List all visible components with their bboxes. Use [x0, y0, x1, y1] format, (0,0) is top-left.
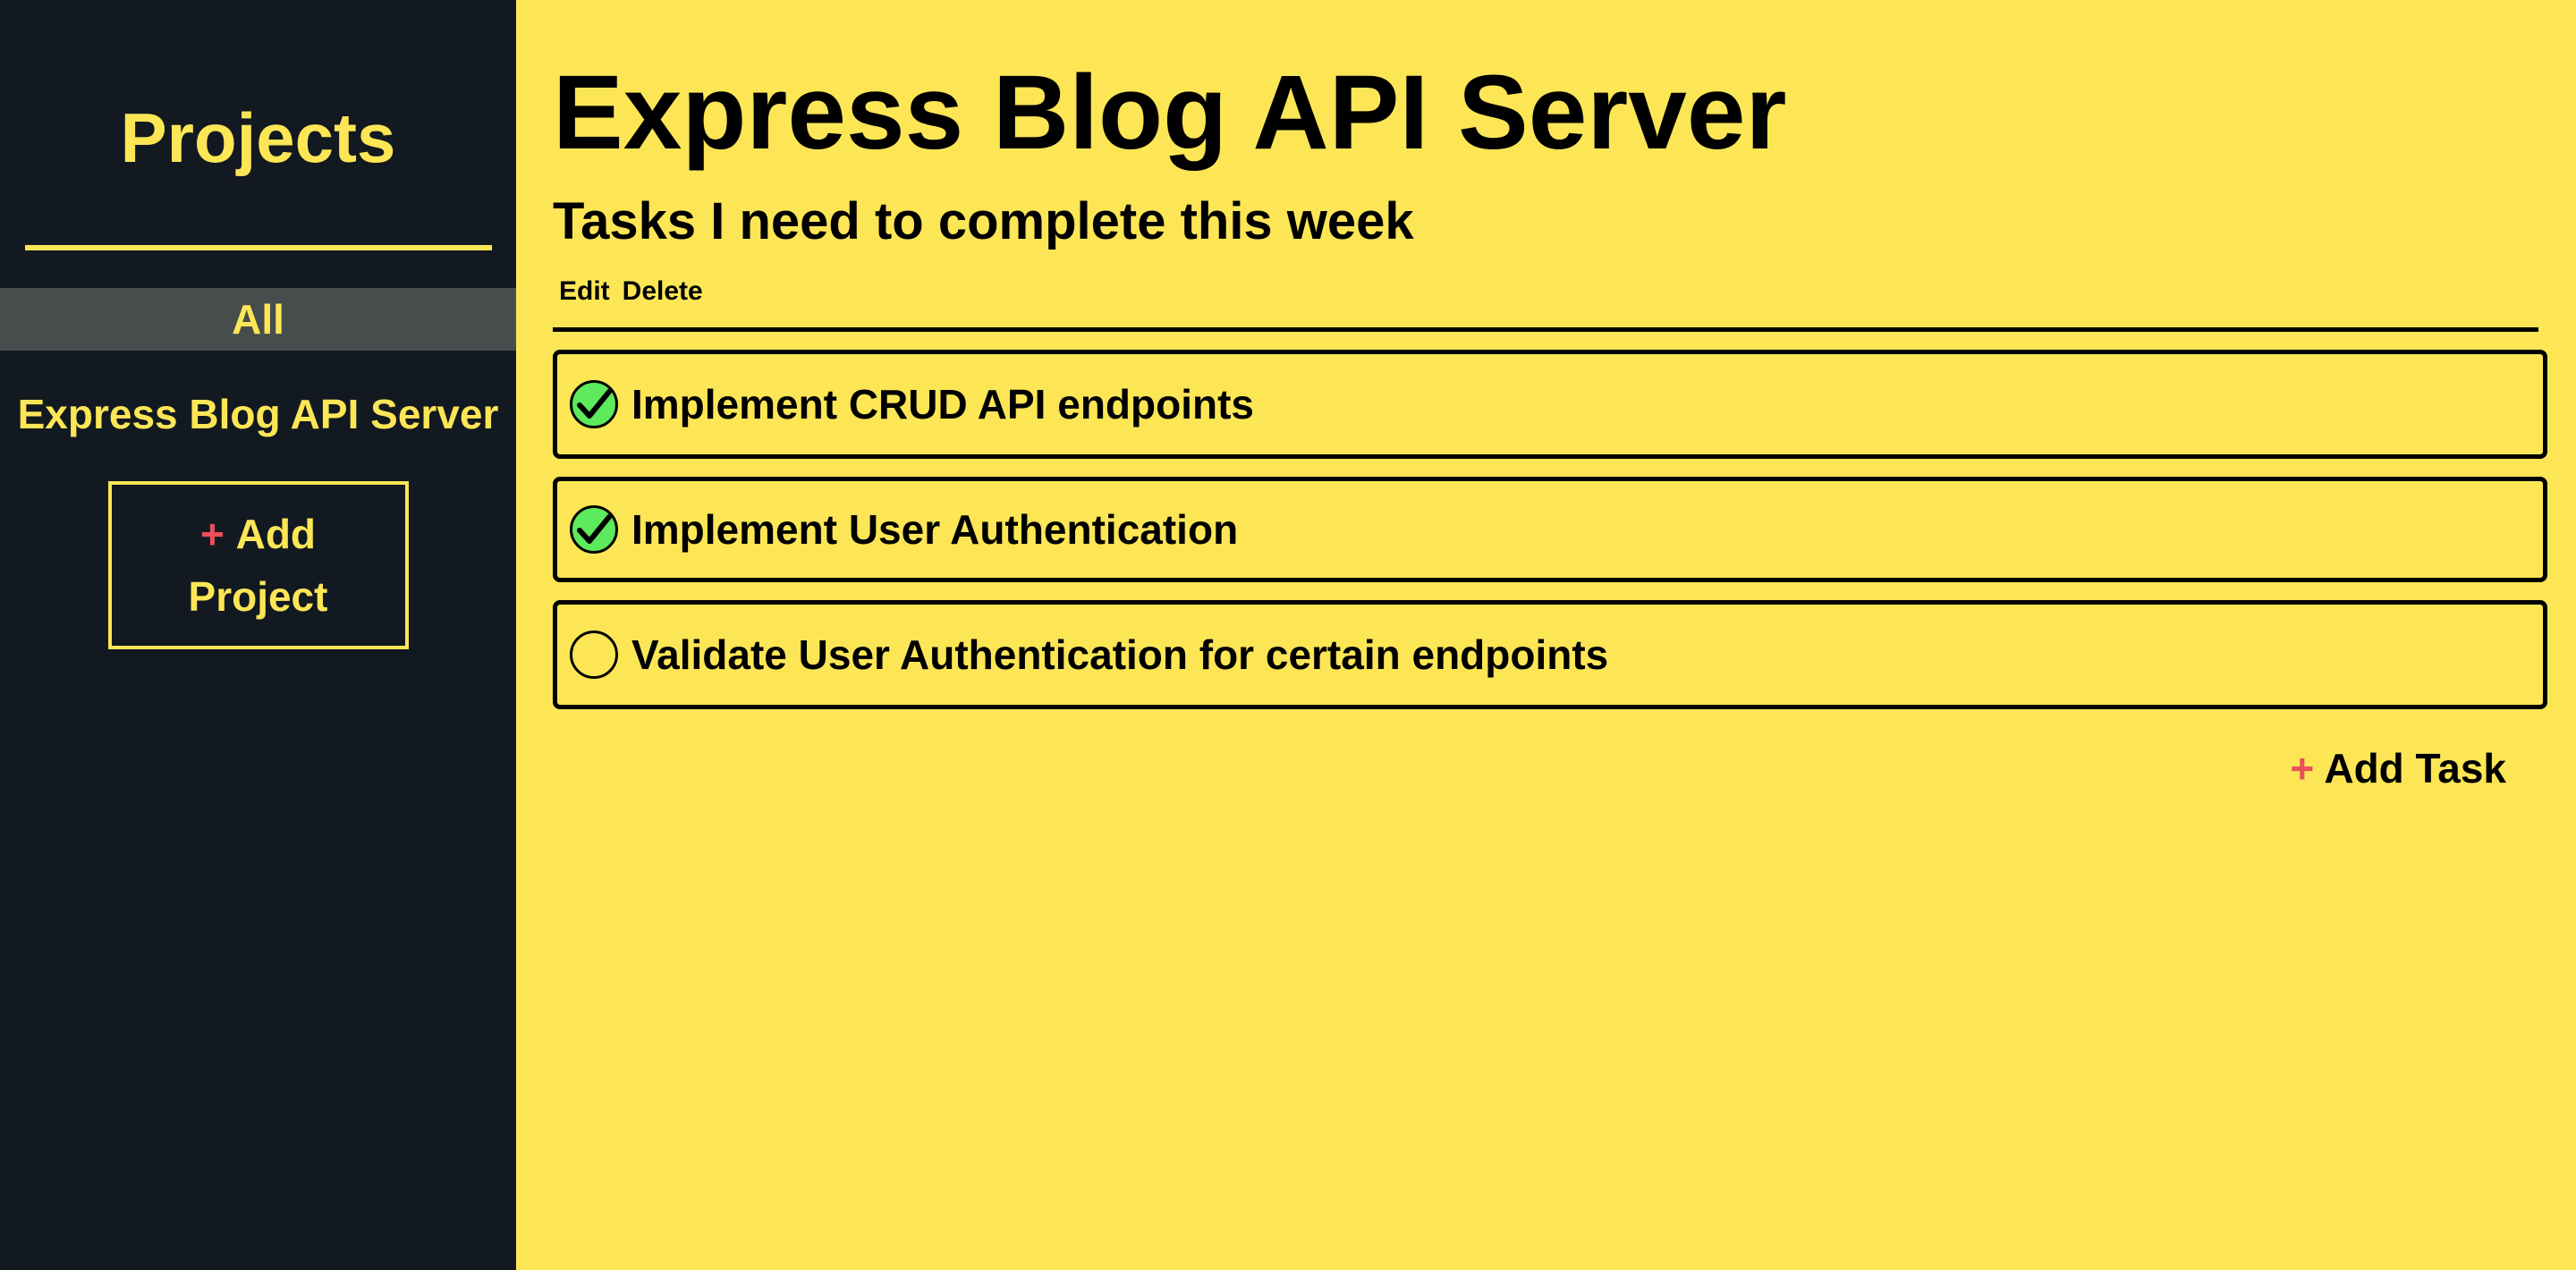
add-project-label-2: Project [188, 573, 328, 620]
task-label: Implement CRUD API endpoints [631, 381, 1254, 428]
plus-icon: + [199, 511, 225, 557]
sidebar-divider [24, 245, 492, 250]
empty-circle-icon[interactable] [570, 631, 618, 679]
page-title: Express Blog API Server [553, 54, 1787, 172]
task-item[interactable]: Implement CRUD API endpoints [553, 350, 2547, 459]
task-label: Implement User Authentication [631, 506, 1239, 553]
edit-button[interactable]: Edit [559, 272, 610, 311]
actions-divider [553, 327, 2538, 332]
task-label: Validate User Authentication for certain… [631, 631, 1609, 678]
sidebar: Projects All Express Blog API Server + A… [0, 0, 516, 1270]
task-item[interactable]: Implement User Authentication [553, 477, 2547, 582]
main-content: Express Blog API Server Tasks I need to … [516, 0, 2576, 1270]
checked-circle-icon[interactable] [570, 505, 618, 554]
project-actions: Edit Delete [553, 272, 2547, 311]
page-subtitle: Tasks I need to complete this week [553, 192, 1414, 250]
plus-icon: + [2290, 745, 2315, 792]
add-project-label-1: Add [235, 511, 317, 557]
add-task-label: Add Task [2324, 745, 2506, 792]
delete-button[interactable]: Delete [623, 272, 703, 311]
task-item[interactable]: Validate User Authentication for certain… [553, 600, 2547, 709]
add-task-button[interactable]: + Add Task [2290, 744, 2506, 792]
sidebar-title: Projects [120, 98, 396, 177]
add-project-button[interactable]: + Add Project [107, 481, 409, 649]
task-list: Implement CRUD API endpoints Implement U… [553, 350, 2547, 709]
sidebar-item-express-blog-api-server[interactable]: Express Blog API Server [18, 390, 499, 438]
checked-circle-icon[interactable] [570, 380, 618, 428]
add-project-line1: + Add [200, 503, 316, 565]
sidebar-item-all[interactable]: All [0, 288, 516, 351]
